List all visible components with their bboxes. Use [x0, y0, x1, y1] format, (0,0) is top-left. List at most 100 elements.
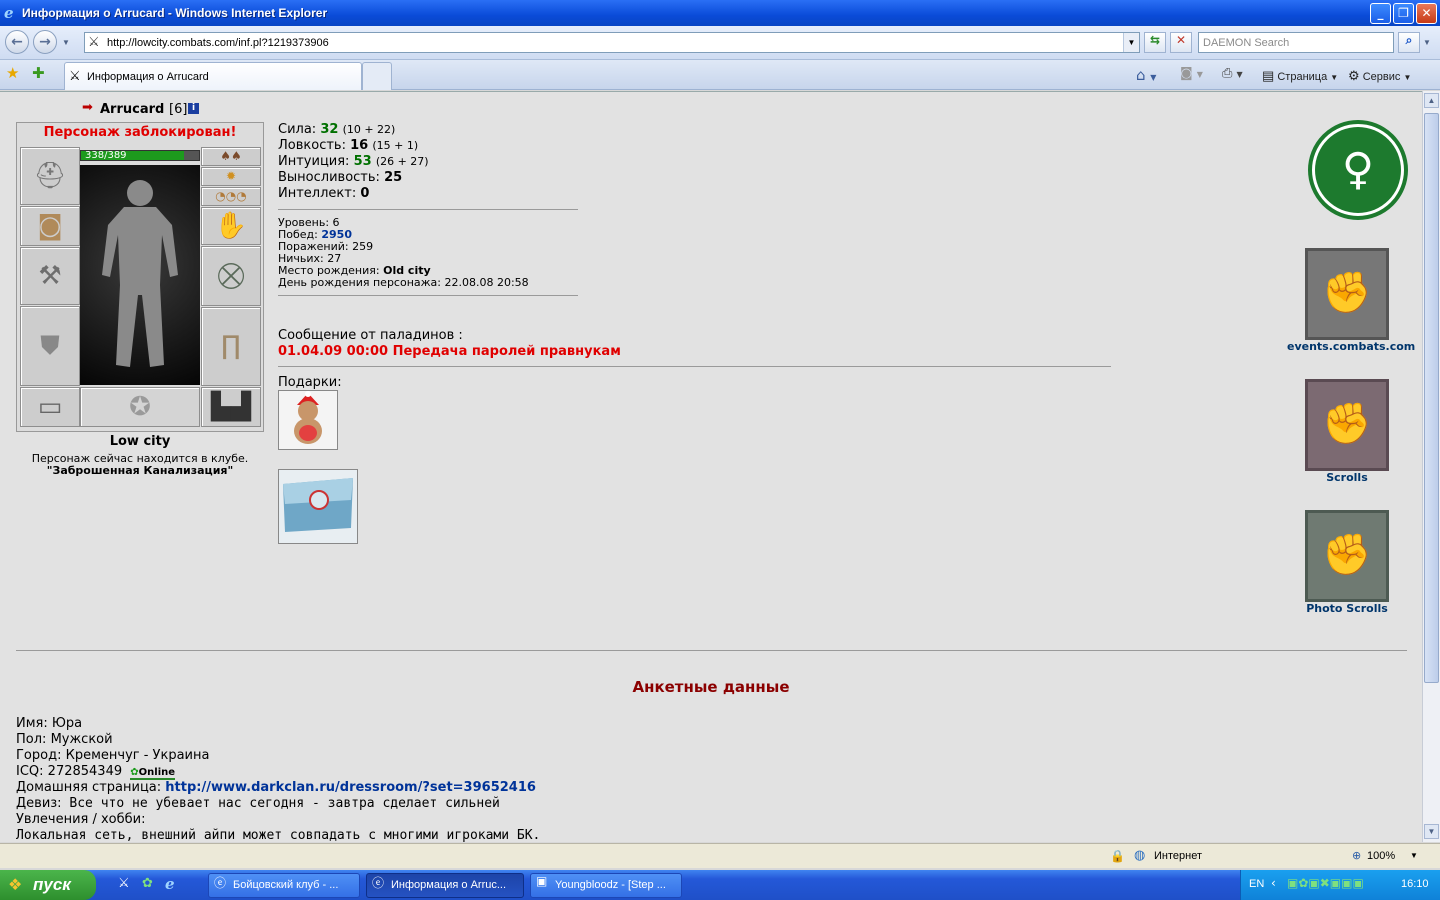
rings-slot[interactable]: ◔◔◔ — [201, 187, 261, 206]
scroll-up-icon[interactable]: ▲ — [1424, 93, 1439, 108]
tab-info[interactable]: ⚔ Информация о Arrucard — [64, 62, 362, 90]
page-menu[interactable]: ▤ Страница ▼ — [1262, 66, 1338, 86]
search-options-icon[interactable]: ▼ — [1423, 38, 1431, 47]
stat-intuition: Интуиция: 53 (26 + 27) — [278, 154, 429, 169]
service-menu-label: Сервис — [1362, 71, 1401, 83]
bracers-slot[interactable]: ◙ — [20, 206, 80, 246]
vertical-scrollbar[interactable]: ▲ ▼ — [1422, 91, 1440, 842]
back-button[interactable]: ← — [5, 30, 29, 54]
protected-mode-icon: 🔒 — [1110, 849, 1125, 863]
task-combats[interactable]: ⓔ Бойцовский клуб - ... — [208, 873, 360, 898]
woman-icon: ♀ — [1315, 127, 1401, 213]
homepage-link[interactable]: http://www.darkclan.ru/dressroom/?set=39… — [165, 780, 536, 795]
card-gift[interactable] — [278, 469, 358, 544]
search-placeholder: DAEMON Search — [1203, 37, 1290, 49]
url-field[interactable]: ⚔ http://lowcity.combats.com/inf.pl?1219… — [84, 32, 1140, 53]
photo-scrolls-banner[interactable]: ✊ — [1297, 510, 1397, 604]
stat-intellect: Интеллект: 0 — [278, 186, 370, 201]
forward-button[interactable]: → — [33, 30, 57, 54]
print-icon[interactable]: ⎙ ▼ — [1222, 66, 1243, 86]
start-button[interactable]: ❖ пуск — [0, 870, 96, 900]
fist-icon: ✊ — [1305, 248, 1389, 340]
language-indicator[interactable]: EN — [1249, 878, 1264, 890]
tray-expand-icon[interactable]: ‹ — [1271, 876, 1276, 890]
weapon-slot[interactable]: ⚒ — [20, 247, 80, 305]
women-event-badge[interactable]: ♀ — [1308, 120, 1408, 220]
character-panel: Персонаж заблокирован! ⛑ ◙ ⚒ ⛊ ▭ 338/389… — [16, 122, 264, 432]
events-banner[interactable]: ✊ — [1297, 248, 1397, 342]
photo-fist-icon: ✊ — [1305, 510, 1389, 602]
paladin-message: 01.04.09 00:00 Передача паролей правнука… — [278, 344, 621, 359]
hp-bar: 338/389 — [80, 150, 200, 161]
profile-name: Имя: Юра — [16, 716, 83, 731]
page-content: ➡ Arrucard [6] i Персонаж заблокирован! … — [0, 91, 1422, 842]
pants-slot[interactable]: ∏ — [201, 307, 261, 386]
profile-hobby: Увлечения / хобби: — [16, 812, 146, 827]
task-info[interactable]: ⓔ Информация о Arruc... — [366, 873, 524, 898]
divider — [278, 295, 578, 296]
blocked-notice: Персонаж заблокирован! — [43, 125, 237, 140]
minimize-button[interactable]: _ — [1370, 3, 1391, 24]
search-icon[interactable]: ⌕ — [1398, 32, 1420, 53]
scroll-down-icon[interactable]: ▼ — [1424, 824, 1439, 839]
feeds-icon[interactable]: ◙ ▼ — [1180, 66, 1203, 86]
gloves-slot[interactable]: ✋ — [201, 207, 261, 245]
favorites-star-icon[interactable]: ★ — [6, 64, 19, 82]
zoom-dropdown-icon[interactable]: ▼ — [1410, 851, 1418, 860]
earrings-slot[interactable]: ♠♠ — [201, 147, 261, 166]
tab-label: Информация о Arrucard — [87, 71, 209, 83]
divider — [16, 650, 1407, 651]
stop-button[interactable]: ✕ — [1170, 32, 1192, 53]
task-ie-icon: ⓔ — [372, 876, 385, 890]
scrolls-banner[interactable]: ✊ — [1297, 379, 1397, 473]
quicklaunch-ie-icon[interactable]: e — [165, 875, 175, 893]
service-menu[interactable]: ⚙ Сервис ▼ — [1348, 66, 1411, 86]
icq-status[interactable]: ✿Online — [130, 767, 176, 780]
tray-icons[interactable]: ▣✿▣✖▣▣▣ — [1287, 876, 1364, 890]
add-favorite-icon[interactable]: ✚ — [32, 64, 45, 82]
amulet-slot[interactable]: ✹ — [201, 167, 261, 186]
armor-slot[interactable]: ⛊ — [20, 306, 80, 386]
scroll-thumb[interactable] — [1424, 113, 1439, 683]
scrolls-link[interactable]: Scrolls — [1287, 471, 1407, 484]
history-dropdown-icon[interactable]: ▼ — [62, 38, 70, 47]
city-name: Low city — [109, 434, 171, 449]
status-bar: 🔒 ◍ Интернет ⊕ 100% ▼ — [0, 843, 1440, 868]
address-bar: ← → ▼ ⚔ http://lowcity.combats.com/inf.p… — [0, 26, 1440, 60]
tab-favicon-icon: ⚔ — [69, 69, 81, 84]
url-text: http://lowcity.combats.com/inf.pl?121937… — [107, 37, 329, 49]
window-title: Информация о Arrucard - Windows Internet… — [22, 6, 328, 20]
maximize-button[interactable]: ❐ — [1393, 3, 1414, 24]
events-link[interactable]: events.combats.com — [1287, 340, 1415, 353]
divider — [278, 209, 578, 210]
quicklaunch-game-icon[interactable]: ⚔ — [118, 876, 130, 891]
boots-slot[interactable]: ▙▟ — [201, 387, 261, 427]
teddy-bear-gift[interactable] — [278, 390, 338, 450]
helmet-slot[interactable]: ⛑ — [20, 147, 80, 205]
shield-slot[interactable]: ⛒ — [201, 246, 261, 306]
zoom-level[interactable]: 100% — [1367, 850, 1395, 862]
close-button[interactable]: ✕ — [1416, 3, 1437, 24]
refresh-button[interactable]: ⇆ — [1144, 32, 1166, 53]
task-ie-icon: ⓔ — [214, 876, 227, 890]
zone-label: Интернет — [1154, 850, 1202, 862]
info-icon[interactable]: i — [188, 103, 199, 114]
url-dropdown-icon[interactable]: ▼ — [1123, 33, 1139, 52]
photo-scrolls-link[interactable]: Photo Scrolls — [1287, 602, 1407, 615]
quicklaunch-icq-icon[interactable]: ✿ — [142, 876, 153, 891]
task-player-icon: ▣ — [536, 874, 548, 888]
stats-block: Сила: 32 (10 + 22) Ловкость: 16 (15 + 1)… — [278, 122, 429, 202]
task-music[interactable]: ▣ Youngbloodz - [Step ... — [530, 873, 682, 898]
greeting-card-icon — [283, 478, 353, 532]
new-tab-button[interactable] — [362, 62, 392, 90]
home-icon[interactable]: ⌂ ▼ — [1136, 66, 1156, 86]
profile-homepage: Домашняя страница: http://www.darkclan.r… — [16, 780, 536, 795]
icq-flower-icon: ✿ — [130, 767, 139, 778]
figure-icon — [102, 180, 178, 367]
belt-slot[interactable]: ▭ — [20, 387, 80, 427]
search-input[interactable]: DAEMON Search — [1198, 32, 1394, 53]
location-name: "Заброшенная Канализация" — [46, 464, 234, 477]
system-tray: EN ‹ ▣✿▣✖▣▣▣ 16:10 — [1240, 870, 1440, 900]
arrow-icon: ➡ — [82, 100, 93, 115]
zoom-icon: ⊕ — [1352, 849, 1362, 862]
